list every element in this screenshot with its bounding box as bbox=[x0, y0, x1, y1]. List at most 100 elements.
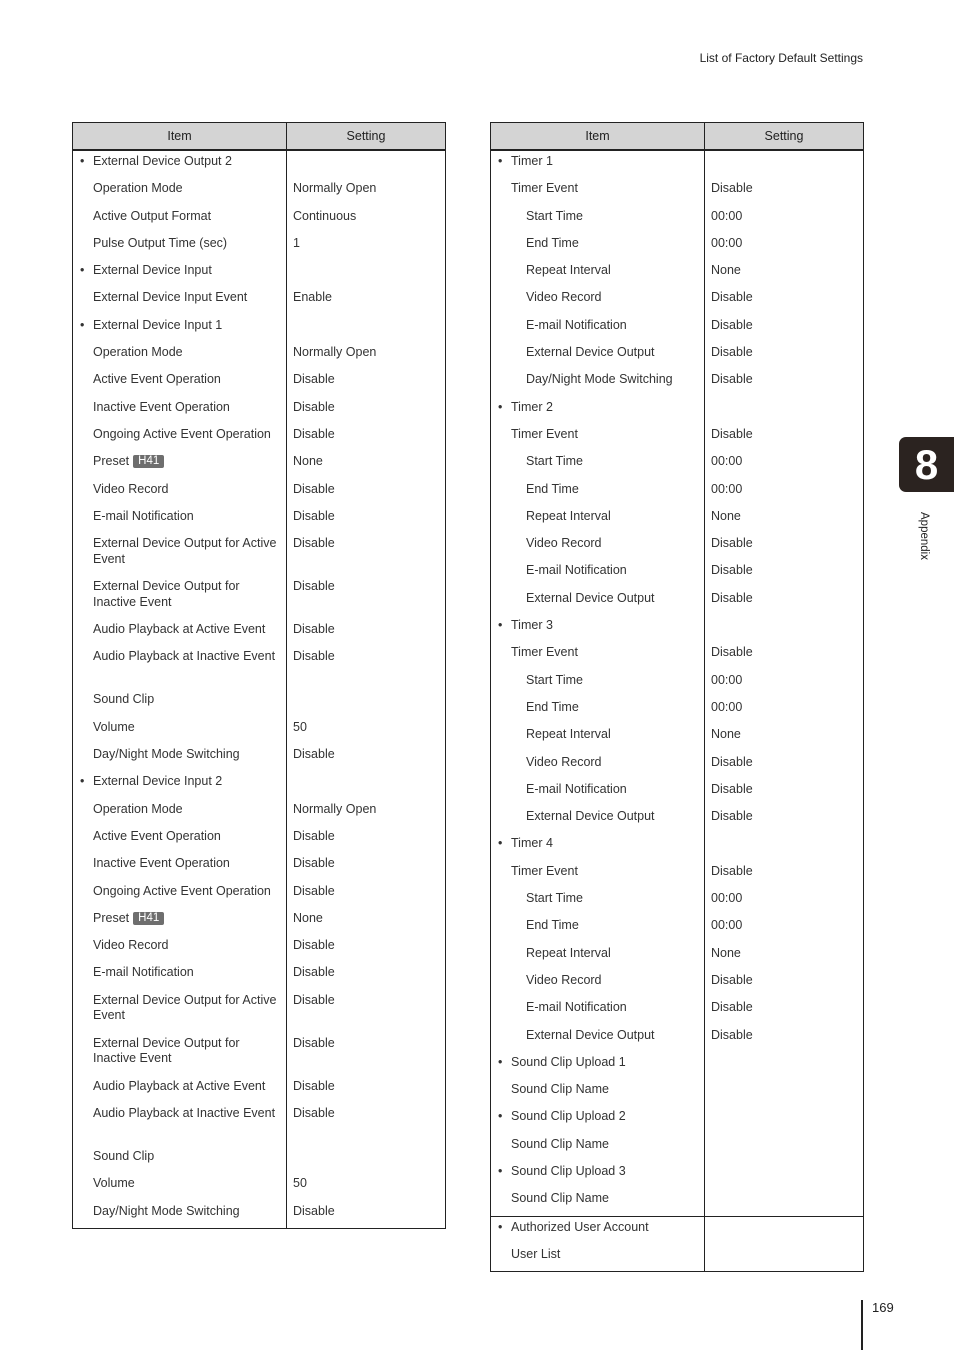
setting-value: Disable bbox=[711, 645, 753, 660]
item-cell: External Device Output bbox=[490, 342, 705, 370]
item-cell: External Device Output for Active Event bbox=[72, 989, 287, 1033]
table-row: Start Time 00:00 bbox=[490, 205, 864, 233]
setting-value: 00:00 bbox=[711, 891, 743, 906]
table-row: Video Record Disable bbox=[490, 751, 864, 779]
setting-cell: 1 bbox=[286, 232, 446, 261]
item-cell-content: Video Record bbox=[491, 752, 704, 771]
setting-cell: Disable bbox=[286, 1075, 446, 1104]
table-row: External Device Output Disable bbox=[490, 806, 864, 834]
table-header-row: Item Setting bbox=[490, 122, 864, 151]
setting-cell: None bbox=[704, 942, 864, 970]
item-cell: Ongoing Active Event Operation bbox=[72, 423, 287, 452]
item-cell-content: • Sound Clip Upload 1 bbox=[491, 1052, 704, 1071]
item-cell: Timer Event bbox=[490, 860, 705, 889]
item-cell-content: E-mail Notification bbox=[73, 962, 286, 981]
setting-value: Disable bbox=[293, 992, 335, 1007]
item-cell: Operation Mode bbox=[72, 178, 287, 206]
setting-cell: Disable bbox=[286, 619, 446, 647]
setting-value: 00:00 bbox=[711, 699, 743, 714]
table-row: • Sound Clip Upload 3 bbox=[490, 1160, 864, 1189]
item-cell: External Device Output for Inactive Even… bbox=[72, 576, 287, 620]
item-label: Sound Clip Upload 1 bbox=[511, 1054, 626, 1069]
table-row: Active Event Operation Disable bbox=[72, 369, 446, 397]
item-cell-content: External Device Output bbox=[491, 1025, 704, 1044]
item-cell: Video Record bbox=[490, 533, 705, 561]
item-cell: End Time bbox=[490, 696, 705, 725]
item-cell: Video Record bbox=[490, 287, 705, 315]
setting-value bbox=[705, 1106, 863, 1109]
running-head: List of Factory Default Settings bbox=[699, 51, 863, 65]
setting-value: 00:00 bbox=[711, 454, 743, 469]
item-cell-content: Operation Mode bbox=[73, 178, 286, 197]
setting-value: Disable bbox=[293, 856, 335, 871]
item-label: Timer Event bbox=[511, 863, 578, 878]
setting-value bbox=[705, 1244, 863, 1247]
item-cell-content: External Device Output bbox=[491, 806, 704, 825]
item-cell-content: Repeat Interval bbox=[491, 943, 704, 962]
item-cell: • Timer 2 bbox=[490, 396, 705, 424]
item-cell-content: Sound Clip bbox=[73, 689, 286, 708]
item-label: External Device Input 2 bbox=[93, 774, 223, 789]
item-cell-content: Start Time bbox=[491, 888, 704, 907]
setting-value: Disable bbox=[293, 965, 335, 980]
item-cell: Ongoing Active Event Operation bbox=[72, 880, 287, 908]
item-cell: • Timer 1 bbox=[490, 150, 705, 179]
table-row: User List bbox=[490, 1243, 864, 1273]
table-row: Timer Event Disable bbox=[490, 642, 864, 670]
item-cell-content: E-mail Notification bbox=[491, 779, 704, 798]
setting-value bbox=[287, 689, 445, 692]
item-cell: End Time bbox=[490, 915, 705, 943]
setting-cell: None bbox=[704, 724, 864, 752]
setting-value: None bbox=[293, 454, 323, 469]
setting-value: None bbox=[293, 910, 323, 925]
setting-cell: Normally Open bbox=[286, 798, 446, 826]
item-cell-content: External Device Output bbox=[491, 342, 704, 361]
item-label: E-mail Notification bbox=[93, 965, 194, 980]
item-cell-content: Repeat Interval bbox=[491, 506, 704, 525]
item-cell: User List bbox=[490, 1243, 705, 1273]
item-label: E-mail Notification bbox=[526, 563, 627, 578]
table-row: • Sound Clip Upload 1 bbox=[490, 1051, 864, 1080]
setting-value: Disable bbox=[293, 372, 335, 387]
item-cell: External Device Output for Active Event bbox=[72, 533, 287, 577]
item-cell: Preset H41 bbox=[72, 907, 287, 936]
item-label: Timer 1 bbox=[511, 154, 553, 168]
item-label: Audio Playback at Inactive Event bbox=[93, 1106, 276, 1121]
table-row: Video Record Disable bbox=[490, 287, 864, 315]
setting-value: Disable bbox=[711, 317, 753, 332]
setting-cell: Disable bbox=[704, 997, 864, 1025]
setting-value bbox=[705, 1161, 863, 1164]
item-label: Audio Playback at Inactive Event bbox=[93, 649, 276, 664]
setting-value: Disable bbox=[711, 426, 753, 441]
item-cell: E-mail Notification bbox=[490, 778, 705, 807]
setting-cell: 00:00 bbox=[704, 888, 864, 916]
setting-value: Disable bbox=[711, 809, 753, 824]
table-row: E-mail Notification Disable bbox=[490, 997, 864, 1025]
setting-cell: Disable bbox=[286, 423, 446, 452]
setting-cell: Disable bbox=[286, 646, 446, 690]
setting-value bbox=[705, 397, 863, 400]
setting-cell bbox=[704, 1160, 864, 1189]
setting-cell: Disable bbox=[286, 962, 446, 990]
item-cell: Active Event Operation bbox=[72, 825, 287, 854]
setting-cell: Disable bbox=[286, 825, 446, 854]
table-row: Timer Event Disable bbox=[490, 423, 864, 452]
chapter-tab[interactable]: 8 bbox=[899, 437, 954, 492]
table-row: E-mail Notification Disable bbox=[490, 314, 864, 343]
setting-cell: 00:00 bbox=[704, 669, 864, 697]
table-row: Start Time 00:00 bbox=[490, 451, 864, 479]
item-cell: Audio Playback at Active Event bbox=[72, 619, 287, 647]
item-label: External Device Output for Active Event bbox=[93, 536, 277, 566]
item-cell-content: End Time bbox=[491, 233, 704, 252]
table-row: Audio Playback at Inactive Event Disable bbox=[72, 1103, 446, 1147]
setting-cell: Disable bbox=[286, 989, 446, 1033]
item-cell: Audio Playback at Inactive Event bbox=[72, 646, 287, 690]
item-cell-content: Preset H41 bbox=[73, 451, 286, 470]
setting-value: Disable bbox=[711, 1000, 753, 1015]
table-row: Ongoing Active Event Operation Disable bbox=[72, 423, 446, 452]
table-header-row: Item Setting bbox=[72, 122, 446, 151]
item-cell: • External Device Input 1 bbox=[72, 314, 287, 343]
item-label: Active Event Operation bbox=[93, 828, 221, 843]
item-cell-content: Pulse Output Time (sec) bbox=[73, 233, 286, 252]
setting-cell: Disable bbox=[286, 853, 446, 881]
